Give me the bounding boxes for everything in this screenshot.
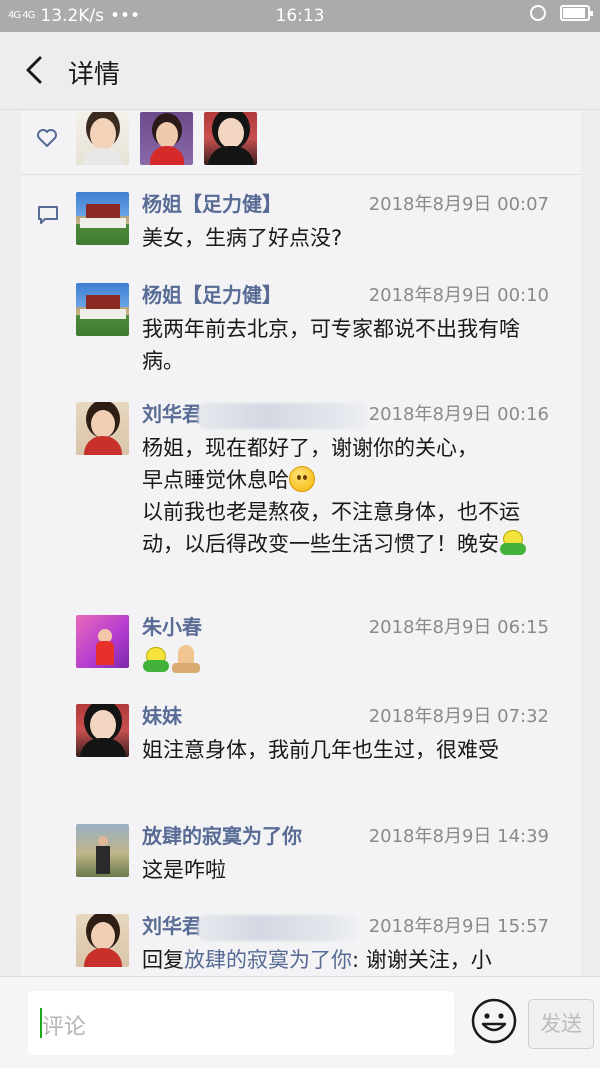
avatar[interactable]	[76, 704, 129, 757]
commenter-name[interactable]: 朱小春	[142, 611, 202, 640]
commenter-name[interactable]: 放肆的寂寞为了你	[142, 820, 302, 849]
liker-avatar[interactable]	[76, 112, 129, 165]
comment-icon	[38, 206, 58, 224]
commenter-name[interactable]: 妹妹	[142, 700, 182, 729]
blurred-name	[198, 914, 358, 941]
page-title: 详情	[68, 60, 121, 90]
commenter-name[interactable]: 刘华君	[142, 910, 358, 941]
comment-text: 姐注意身体，我前几年也生过，很难受	[142, 738, 499, 762]
comment-text: 杨姐，现在都好了，谢谢你的关心， 早点睡觉休息哈 以前我也老是熬夜，不注意身体，…	[142, 432, 552, 560]
comment-time: 2018年8月9日 00:10	[368, 285, 549, 306]
avatar[interactable]	[76, 914, 129, 967]
comment-text: 回复放肆的寂寞为了你: 谢谢关注，小	[142, 948, 492, 972]
status-bar: 4G 4G 13.2K/s ••• 16:13	[0, 0, 600, 32]
nav-bar: 详情	[0, 32, 600, 110]
alarm-icon	[530, 5, 546, 21]
blurred-name	[198, 402, 368, 429]
clock: 16:13	[275, 6, 325, 26]
comment-text: 我两年前去北京，可专家都说不出我有啥病。	[142, 317, 520, 373]
commenter-name[interactable]: 杨姐【足力健】	[142, 279, 282, 308]
comment-text: 美女，生病了好点没?	[142, 226, 343, 250]
comment-input[interactable]: 评论	[28, 991, 454, 1055]
heart-icon	[37, 129, 57, 147]
frog-emoji-icon	[142, 647, 170, 673]
detail-panel: 杨姐【足力健】 2018年8月9日 00:07 美女，生病了好点没? 杨姐【足力…	[21, 110, 581, 976]
avatar[interactable]	[76, 192, 129, 245]
comment-text	[142, 645, 552, 677]
battery-icon	[560, 5, 593, 21]
liker-avatar[interactable]	[140, 112, 193, 165]
back-button[interactable]	[18, 52, 54, 88]
pray-emoji-icon	[170, 645, 202, 673]
avatar[interactable]	[76, 402, 129, 455]
send-button[interactable]: 发送	[528, 999, 594, 1049]
avatar[interactable]	[76, 615, 129, 668]
comment-time: 2018年8月9日 15:57	[368, 916, 549, 937]
comment-time: 2018年8月9日 00:16	[368, 404, 549, 425]
comment-time: 2018年8月9日 00:07	[368, 194, 549, 215]
comment-input-bar: 评论 发送	[0, 976, 600, 1068]
comment-text: 这是咋啦	[142, 858, 226, 882]
text-cursor	[40, 1008, 42, 1038]
frog-emoji-icon	[499, 530, 527, 556]
likes-row	[21, 110, 581, 175]
chevron-left-icon	[26, 56, 42, 84]
comment-time: 2018年8月9日 06:15	[368, 617, 549, 638]
comment-time: 2018年8月9日 07:32	[368, 706, 549, 727]
smile-emoji-icon	[289, 466, 315, 492]
reply-to-link[interactable]: 放肆的寂寞为了你	[184, 948, 352, 972]
avatar[interactable]	[76, 824, 129, 877]
commenter-name[interactable]: 刘华君	[142, 398, 368, 429]
commenter-name[interactable]: 杨姐【足力健】	[142, 188, 282, 217]
liker-avatar[interactable]	[204, 112, 257, 165]
emoji-button[interactable]	[470, 997, 518, 1045]
comment-time: 2018年8月9日 14:39	[368, 826, 549, 847]
avatar[interactable]	[76, 283, 129, 336]
